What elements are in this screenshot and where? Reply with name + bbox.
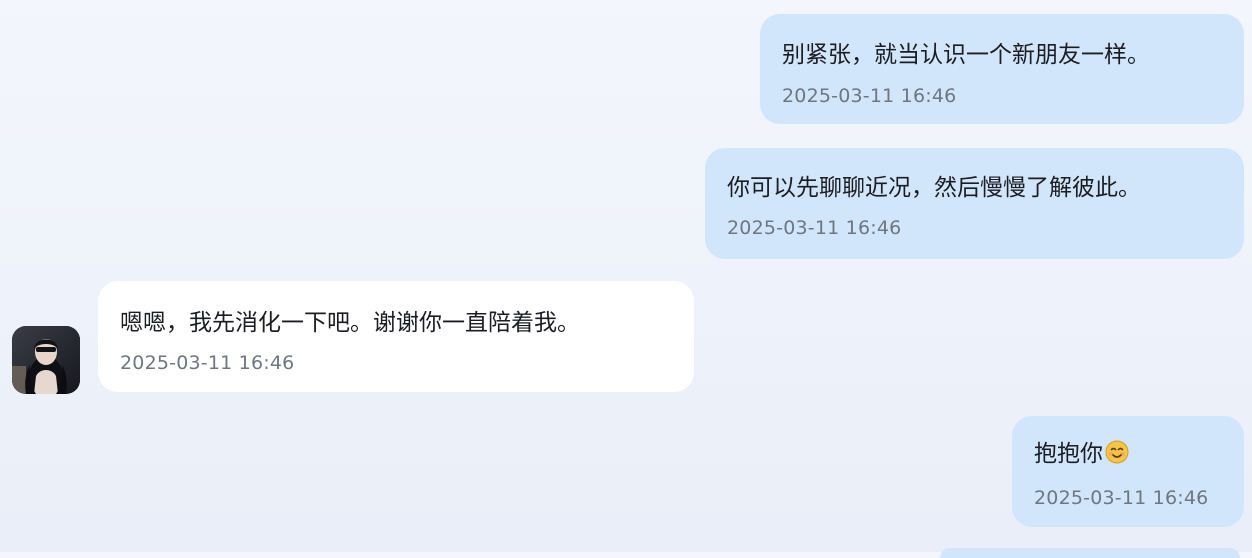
message-timestamp: 2025-03-11 16:46	[782, 85, 957, 107]
message-text: 别紧张，就当认识一个新朋友一样。	[782, 42, 1150, 68]
message-bubble-received[interactable]: 嗯嗯，我先消化一下吧。谢谢你一直陪着我。 2025-03-11 16:46	[98, 281, 694, 392]
message-timestamp: 2025-03-11 16:46	[1034, 487, 1209, 509]
contact-avatar[interactable]	[12, 326, 80, 394]
message-timestamp: 2025-03-11 16:46	[727, 217, 902, 239]
message-bubble-sent-partial[interactable]	[940, 548, 1240, 558]
message-bubble-sent[interactable]: 抱抱你 2025-03-11 16:46	[1012, 416, 1244, 527]
message-text: 你可以先聊聊近况，然后慢慢了解彼此。	[727, 175, 1141, 201]
message-text-content: 抱抱你	[1034, 441, 1103, 467]
message-text: 嗯嗯，我先消化一下吧。谢谢你一直陪着我。	[120, 310, 580, 336]
message-timestamp: 2025-03-11 16:46	[120, 352, 295, 374]
message-text: 抱抱你	[1034, 439, 1129, 469]
avatar-image	[12, 326, 80, 394]
chat-message-list[interactable]: 别紧张，就当认识一个新朋友一样。 2025-03-11 16:46 你可以先聊聊…	[0, 0, 1252, 558]
message-bubble-sent[interactable]: 别紧张，就当认识一个新朋友一样。 2025-03-11 16:46	[760, 14, 1244, 124]
smiling-face-icon	[1105, 440, 1129, 464]
message-bubble-sent[interactable]: 你可以先聊聊近况，然后慢慢了解彼此。 2025-03-11 16:46	[705, 148, 1244, 259]
